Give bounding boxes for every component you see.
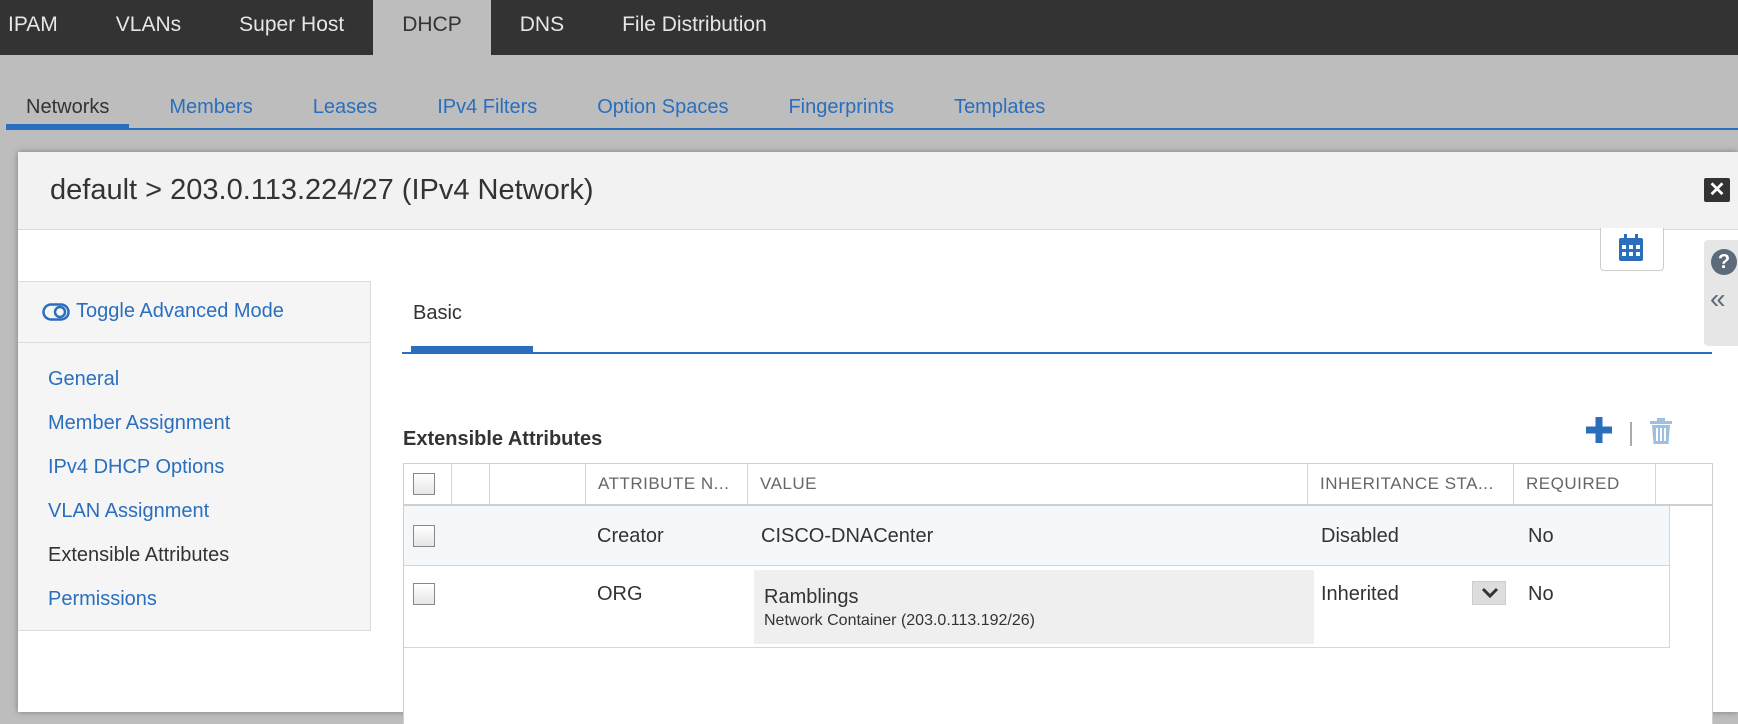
sub-tab-fingerprints[interactable]: Fingerprints xyxy=(768,87,914,129)
tab-divider xyxy=(402,352,1712,354)
plus-icon[interactable] xyxy=(1584,415,1614,445)
row-checkbox[interactable] xyxy=(413,525,435,547)
toolbar-separator xyxy=(1630,422,1632,446)
top-tab-ipam[interactable]: IPAM xyxy=(0,0,87,55)
step-permissions[interactable]: Permissions xyxy=(48,577,230,621)
network-editor-dialog: default > 203.0.113.224/27 (IPv4 Network… xyxy=(18,152,1738,724)
column-header-inheritance-state[interactable]: INHERITANCE STA... xyxy=(1308,464,1514,504)
value-text: Ramblings xyxy=(764,586,859,608)
tab-basic[interactable]: Basic xyxy=(413,302,462,325)
top-tab-super-host[interactable]: Super Host xyxy=(210,0,373,55)
top-tab-dns[interactable]: DNS xyxy=(491,0,593,55)
sub-tab-leases[interactable]: Leases xyxy=(293,87,398,129)
top-nav: IPAM VLANs Super Host DHCP DNS File Dist… xyxy=(0,0,1738,55)
step-ipv4-dhcp-options[interactable]: IPv4 DHCP Options xyxy=(48,445,230,489)
sub-tab-members[interactable]: Members xyxy=(149,87,272,129)
toggle-advanced-mode-link[interactable]: Toggle Advanced Mode xyxy=(42,300,284,323)
sub-tab-templates[interactable]: Templates xyxy=(934,87,1065,129)
header-select-cell xyxy=(404,464,452,504)
toggle-icon xyxy=(42,302,70,321)
help-panel-tab: ? « xyxy=(1704,240,1738,346)
required-cell: No xyxy=(1528,583,1554,605)
step-extensible-attributes[interactable]: Extensible Attributes xyxy=(48,533,230,577)
dialog-title: default > 203.0.113.224/27 (IPv4 Network… xyxy=(50,174,594,206)
wizard-step-panel: Toggle Advanced Mode General Member Assi… xyxy=(18,281,371,631)
value-cell[interactable]: CISCO-DNACenter xyxy=(761,525,933,548)
header-spacer-cell xyxy=(490,464,586,504)
inheritance-dropdown-button[interactable] xyxy=(1472,581,1506,605)
toggle-advanced-mode-label: Toggle Advanced Mode xyxy=(76,300,284,322)
inheritance-state-cell: Inherited xyxy=(1321,583,1399,605)
close-icon[interactable]: ✕ xyxy=(1704,178,1730,202)
select-all-checkbox[interactable] xyxy=(413,473,435,495)
column-header-required[interactable]: REQUIRED xyxy=(1514,464,1656,504)
calendar-icon xyxy=(1619,234,1643,261)
chevron-down-icon xyxy=(1481,587,1499,599)
toggle-bar: Toggle Advanced Mode xyxy=(18,282,370,343)
step-member-assignment[interactable]: Member Assignment xyxy=(48,401,230,445)
required-cell: No xyxy=(1528,525,1554,547)
column-header-value[interactable]: VALUE xyxy=(748,464,1308,504)
step-nav: General Member Assignment IPv4 DHCP Opti… xyxy=(48,357,230,621)
header-spacer-cell xyxy=(452,464,490,504)
extensible-attributes-table: ATTRIBUTE N... VALUE INHERITANCE STA... … xyxy=(403,463,1713,724)
sub-tab-networks[interactable]: Networks xyxy=(6,87,130,129)
table-row[interactable]: Creator CISCO-DNACenter Disabled No xyxy=(404,506,1670,566)
column-header-attribute-name[interactable]: ATTRIBUTE N... xyxy=(586,464,748,504)
section-title: Extensible Attributes xyxy=(403,428,603,450)
double-chevron-left-icon[interactable]: « xyxy=(1710,284,1726,314)
sub-tab-option-spaces[interactable]: Option Spaces xyxy=(577,87,748,129)
attribute-name-cell: ORG xyxy=(597,583,643,605)
dialog-header: default > 203.0.113.224/27 (IPv4 Network… xyxy=(18,152,1738,230)
schedule-button[interactable] xyxy=(1600,228,1664,271)
table-header: ATTRIBUTE N... VALUE INHERITANCE STA... … xyxy=(404,464,1712,506)
sub-tab-ipv4-filters[interactable]: IPv4 Filters xyxy=(417,87,557,129)
step-vlan-assignment[interactable]: VLAN Assignment xyxy=(48,489,230,533)
row-checkbox[interactable] xyxy=(413,583,435,605)
value-cell[interactable]: Ramblings Network Container (203.0.113.1… xyxy=(754,570,1314,644)
sub-nav: Networks Members Leases IPv4 Filters Opt… xyxy=(0,55,1738,130)
table-row[interactable]: ORG Ramblings Network Container (203.0.1… xyxy=(404,566,1670,648)
inheritance-state-cell: Disabled xyxy=(1321,525,1399,547)
help-icon[interactable]: ? xyxy=(1711,249,1737,275)
trash-icon[interactable] xyxy=(1650,418,1672,444)
value-source: Network Container (203.0.113.192/26) xyxy=(764,612,1035,629)
step-general[interactable]: General xyxy=(48,357,230,401)
top-tab-file-distribution[interactable]: File Distribution xyxy=(593,0,796,55)
top-tab-vlans[interactable]: VLANs xyxy=(87,0,210,55)
top-tab-dhcp[interactable]: DHCP xyxy=(373,0,491,55)
attribute-name-cell: Creator xyxy=(597,525,664,547)
